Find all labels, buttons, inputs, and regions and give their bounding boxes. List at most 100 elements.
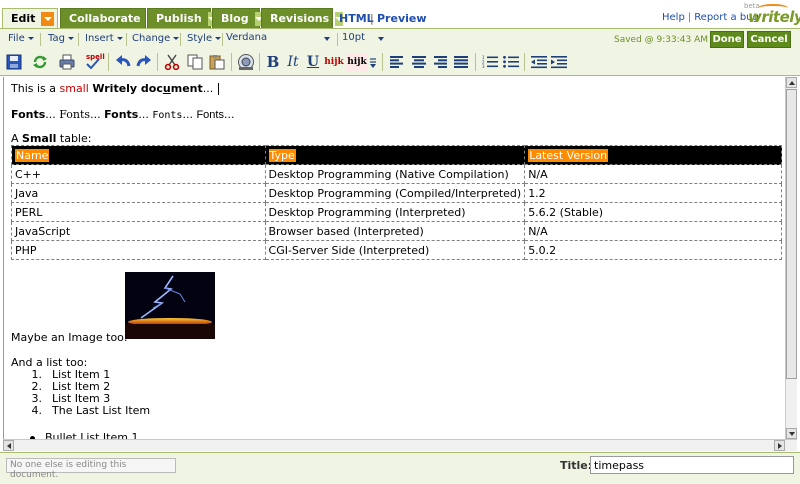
lightning-image[interactable]: [125, 272, 215, 339]
scroll-right-button[interactable]: [774, 440, 785, 451]
table-caption-bold: Small: [22, 132, 57, 145]
intro-suffix: ...: [202, 82, 214, 95]
done-button[interactable]: Done: [710, 31, 744, 48]
text-color-icon[interactable]: hijk: [323, 53, 345, 71]
fonts-sample-serif: Fonts: [59, 108, 91, 121]
document-editor[interactable]: This is a small Writely document... Font…: [3, 77, 785, 439]
title-input[interactable]: [590, 456, 794, 474]
table-cell[interactable]: N/A: [524, 164, 782, 184]
copy-icon[interactable]: [186, 53, 204, 71]
formatting-toolbar: spell B It U hijk hijk 123: [0, 49, 800, 76]
table-cell[interactable]: Desktop Programming (Interpreted): [264, 202, 526, 222]
toolbar-divider: [524, 53, 525, 71]
font-family-select[interactable]: Verdana: [226, 32, 332, 46]
menu-style[interactable]: Style: [187, 33, 222, 44]
redo-icon[interactable]: [135, 53, 153, 71]
menu-change[interactable]: Change: [132, 33, 180, 44]
table-header-row: Name Type Latest Version: [11, 145, 782, 165]
outdent-icon[interactable]: [530, 53, 548, 71]
table-cell[interactable]: JavaScript: [11, 221, 266, 241]
list-item[interactable]: 4. The Last List Item: [24, 404, 151, 417]
menu-insert[interactable]: Insert: [85, 33, 123, 44]
table-cell[interactable]: Browser based (Interpreted): [264, 221, 526, 241]
bullet-list-item[interactable]: Bullet List Item 1: [30, 431, 138, 439]
font-size-select[interactable]: 10pt: [342, 32, 386, 46]
fonts-sep: ...: [90, 108, 105, 121]
font-size-value: 10pt: [342, 32, 365, 43]
preview-mode-link[interactable]: Preview: [377, 12, 427, 25]
table-cell[interactable]: 1.2: [524, 183, 782, 203]
highlight-color-icon[interactable]: hijk: [346, 53, 368, 71]
menu-file[interactable]: File: [8, 33, 34, 44]
align-left-icon[interactable]: [388, 53, 406, 71]
table-header-cell[interactable]: Type: [264, 145, 526, 165]
table-row: JavaScript Browser based (Interpreted) N…: [11, 221, 782, 241]
indent-icon[interactable]: [550, 53, 568, 71]
save-icon[interactable]: [5, 53, 23, 71]
table-cell[interactable]: CGI-Server Side (Interpreted): [264, 240, 526, 260]
list-item-text: The Last List Item: [52, 404, 151, 417]
table-header-cell[interactable]: Latest Version: [524, 145, 782, 165]
italic-icon[interactable]: It: [284, 53, 302, 71]
toolbar-divider: [157, 53, 158, 71]
header-type: Type: [268, 148, 296, 162]
table-cell[interactable]: PERL: [11, 202, 266, 222]
intro-bold-part: Writely doc: [92, 82, 163, 95]
paste-icon[interactable]: [208, 53, 226, 71]
print-icon[interactable]: [58, 53, 76, 71]
insert-image-icon[interactable]: [236, 53, 256, 71]
align-justify-icon[interactable]: [452, 53, 470, 71]
refresh-icon[interactable]: [31, 53, 49, 71]
tab-edit[interactable]: Edit: [2, 8, 58, 28]
top-links-separator: |: [687, 12, 692, 23]
menu-style-label: Style: [187, 33, 213, 44]
spellcheck-icon[interactable]: spell: [84, 53, 106, 71]
fonts-sample-bold2: Fonts: [104, 108, 139, 121]
table-cell[interactable]: Desktop Programming (Native Compilation): [264, 164, 526, 184]
help-link[interactable]: Help: [662, 12, 685, 23]
collaborator-presence: No one else is editing this document.: [6, 458, 176, 480]
table-caption-prefix: A: [11, 132, 23, 145]
table-cell[interactable]: Desktop Programming (Compiled/Interprete…: [264, 183, 526, 203]
svg-text:3: 3: [482, 64, 485, 69]
table-cell[interactable]: C++: [11, 164, 266, 184]
vertical-scrollbar[interactable]: [785, 77, 797, 439]
align-center-icon[interactable]: [410, 53, 428, 71]
table-cell[interactable]: 5.0.2: [524, 240, 782, 260]
menu-insert-label: Insert: [85, 33, 114, 44]
bullet-list-icon[interactable]: [502, 53, 520, 71]
scroll-up-button[interactable]: [786, 77, 797, 88]
tab-publish[interactable]: Publish: [147, 8, 216, 28]
numbered-list-icon[interactable]: 123: [481, 53, 499, 71]
tab-edit-dropdown-icon[interactable]: [41, 11, 54, 26]
cancel-button[interactable]: Cancel: [747, 31, 791, 48]
font-size-adjust-icon[interactable]: [368, 53, 378, 71]
menu-tag[interactable]: Tag: [48, 33, 74, 44]
tab-collaborate[interactable]: Collaborate: [60, 8, 155, 28]
table-cell[interactable]: PHP: [11, 240, 266, 260]
fonts-sep: ...: [223, 108, 235, 121]
scroll-down-button[interactable]: [786, 428, 797, 439]
menu-divider: [337, 33, 338, 46]
table-cell[interactable]: Java: [11, 183, 266, 203]
underline-icon[interactable]: U: [304, 53, 322, 71]
bold-icon[interactable]: B: [264, 53, 282, 71]
scroll-left-button[interactable]: [3, 440, 14, 451]
tab-bar: Edit Collaborate Publish Blog Revisions …: [0, 0, 800, 28]
tab-blog[interactable]: Blog: [212, 8, 263, 28]
tab-revisions[interactable]: Revisions: [261, 8, 344, 28]
header-name: Name: [15, 148, 50, 162]
menu-tag-label: Tag: [48, 33, 65, 44]
html-mode-link[interactable]: HTML: [339, 12, 374, 25]
table-cell[interactable]: 5.6.2 (Stable): [524, 202, 782, 222]
align-right-icon[interactable]: [431, 53, 449, 71]
table-cell[interactable]: N/A: [524, 221, 782, 241]
writely-logo: beta writely: [744, 2, 800, 26]
menu-tag-arrow-icon: [67, 37, 74, 40]
horizontal-scrollbar[interactable]: [3, 439, 797, 451]
menu-divider: [126, 33, 127, 46]
cut-icon[interactable]: [163, 53, 181, 71]
undo-icon[interactable]: [114, 53, 132, 71]
table-header-cell[interactable]: Name: [11, 145, 266, 165]
vertical-scroll-thumb[interactable]: [786, 89, 797, 379]
